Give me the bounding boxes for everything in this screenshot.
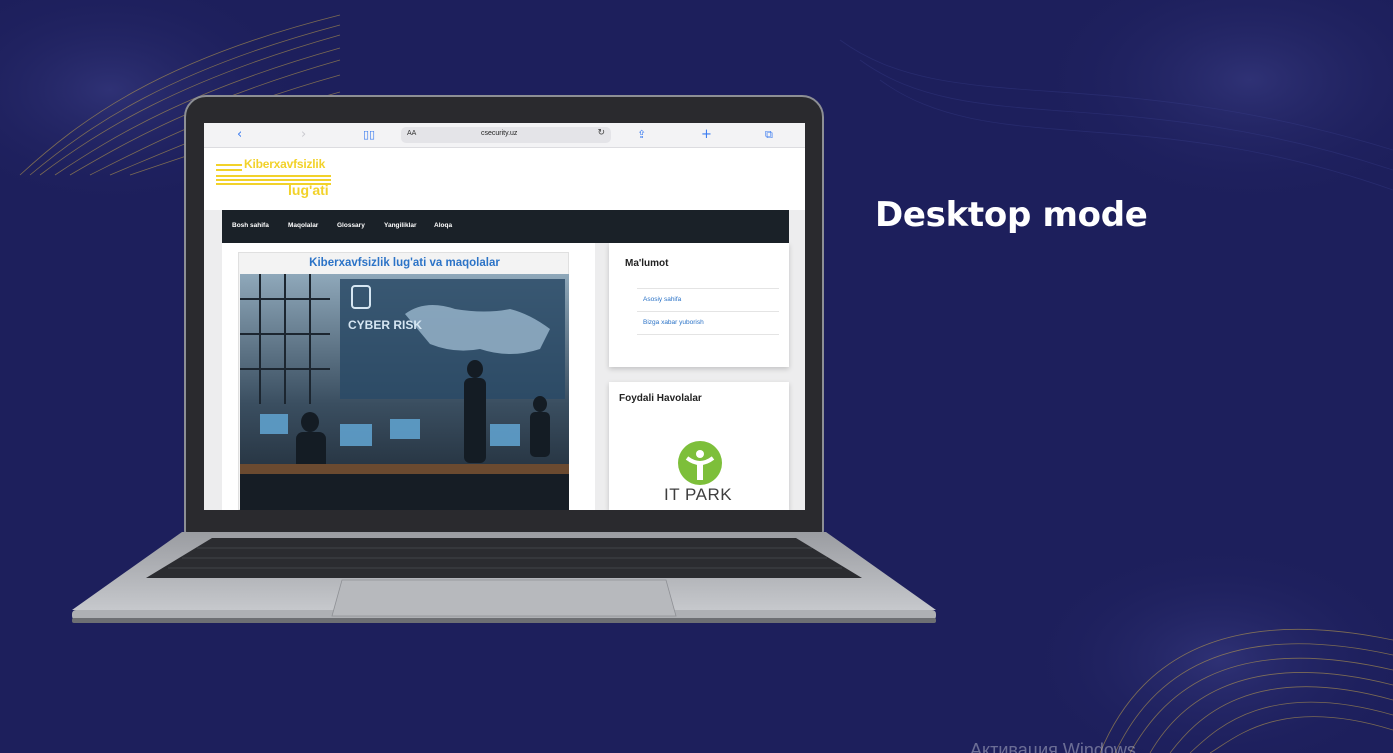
nav-item-aloqa[interactable]: Aloqa — [434, 222, 452, 229]
logo-line2: lug'ati — [288, 182, 329, 198]
nav-item-maqolalar[interactable]: Maqolalar — [288, 222, 318, 229]
main-content-card: Kiberxavfsizlik lug'ati va maqolalar CYB… — [222, 243, 595, 510]
book-icon[interactable]: ▯▯ — [363, 127, 375, 143]
page-headline: Desktop mode — [875, 195, 1148, 235]
url-text: csecurity.uz — [481, 130, 518, 137]
browser-toolbar: ‹ › ▯▯ AA csecurity.uz ↻ ⇪ + ⧉ — [204, 123, 805, 148]
sidebar-links-card: Foydali Havolalar IT PARK — [609, 382, 789, 510]
logo-line1: Kiberxavfsizlik — [244, 157, 326, 171]
sidebar-link-bizga-xabar[interactable]: Bizga xabar yuborish — [643, 319, 704, 326]
featured-article[interactable]: Kiberxavfsizlik lug'ati va maqolalar CYB… — [238, 252, 569, 510]
sidebar-info-title: Ma'lumot — [625, 258, 669, 269]
article-title[interactable]: Kiberxavfsizlik lug'ati va maqolalar — [239, 257, 570, 269]
it-park-logo-icon[interactable] — [675, 440, 725, 486]
site-logo[interactable]: Kiberxavfsizlik lug'ati — [216, 156, 336, 204]
site-header: Kiberxavfsizlik lug'ati — [204, 148, 805, 210]
plus-icon[interactable]: + — [701, 127, 712, 143]
article-image[interactable]: CYBER RISK — [240, 274, 569, 510]
laptop-screen: ‹ › ▯▯ AA csecurity.uz ↻ ⇪ + ⧉ Kiberxavf… — [204, 123, 805, 510]
nav-item-yangiliklar[interactable]: Yangiliklar — [384, 222, 417, 229]
sidebar-info-card: Ma'lumot Asosiy sahifa Bizga xabar yubor… — [609, 243, 789, 367]
sidebar-links-title: Foydali Havolalar — [619, 393, 702, 404]
text-size-button[interactable]: AA — [407, 130, 416, 137]
page-content: Bosh sahifa Maqolalar Glossary Yangilikl… — [204, 210, 805, 510]
main-navbar: Bosh sahifa Maqolalar Glossary Yangilikl… — [222, 210, 789, 243]
it-park-logo-text[interactable]: IT PARK — [664, 485, 732, 505]
chevron-right-icon[interactable]: › — [301, 127, 306, 143]
tabs-icon[interactable]: ⧉ — [765, 127, 773, 143]
nav-item-bosh-sahifa[interactable]: Bosh sahifa — [232, 222, 269, 229]
cyber-risk-text: CYBER RISK — [348, 318, 422, 332]
address-bar[interactable]: AA csecurity.uz ↻ — [401, 127, 611, 143]
chevron-left-icon[interactable]: ‹ — [237, 127, 242, 143]
windows-watermark: Активация Windows — [970, 740, 1136, 753]
sidebar-link-asosiy-sahifa[interactable]: Asosiy sahifa — [643, 296, 681, 303]
laptop-base — [72, 532, 936, 623]
nav-item-glossary[interactable]: Glossary — [337, 222, 365, 229]
share-icon[interactable]: ⇪ — [637, 127, 646, 143]
reload-icon[interactable]: ↻ — [597, 128, 605, 138]
